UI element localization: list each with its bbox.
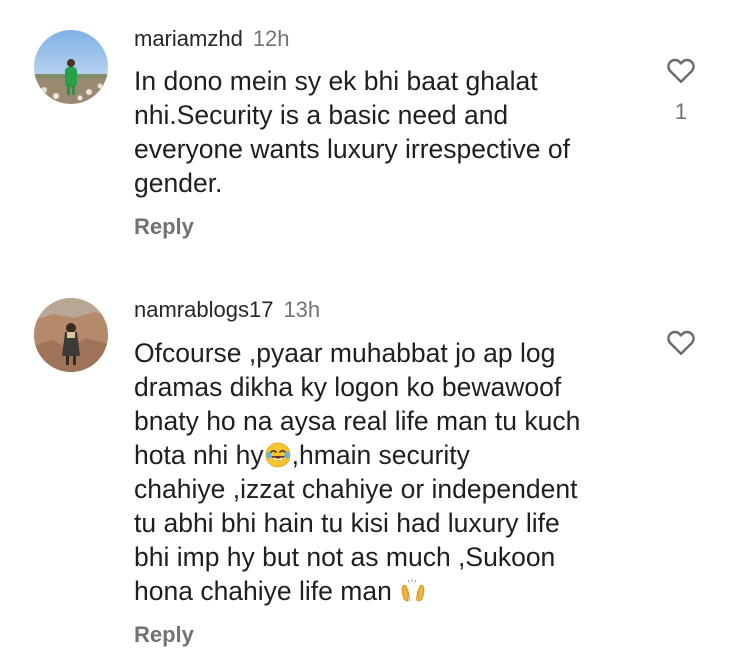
timestamp: 13h xyxy=(283,297,321,322)
comment-2: namrablogs17 13h Ofcourse ,pyaar muhabbat… xyxy=(0,0,740,667)
comment-text: Ofcourse ,pyaar muhabbat jo ap log drama… xyxy=(134,336,644,608)
comment-header: namrablogs17 13h xyxy=(134,295,320,325)
heart-outline-icon xyxy=(667,330,695,355)
raising-hands-icon xyxy=(399,577,427,605)
face-with-tears-of-joy-icon xyxy=(264,441,292,469)
like-button[interactable] xyxy=(664,325,698,359)
avatar-woman-on-rocks-image xyxy=(34,298,108,372)
avatar[interactable] xyxy=(34,298,108,372)
reply-button[interactable]: Reply xyxy=(134,620,194,650)
username[interactable]: namrablogs17 xyxy=(134,297,273,322)
